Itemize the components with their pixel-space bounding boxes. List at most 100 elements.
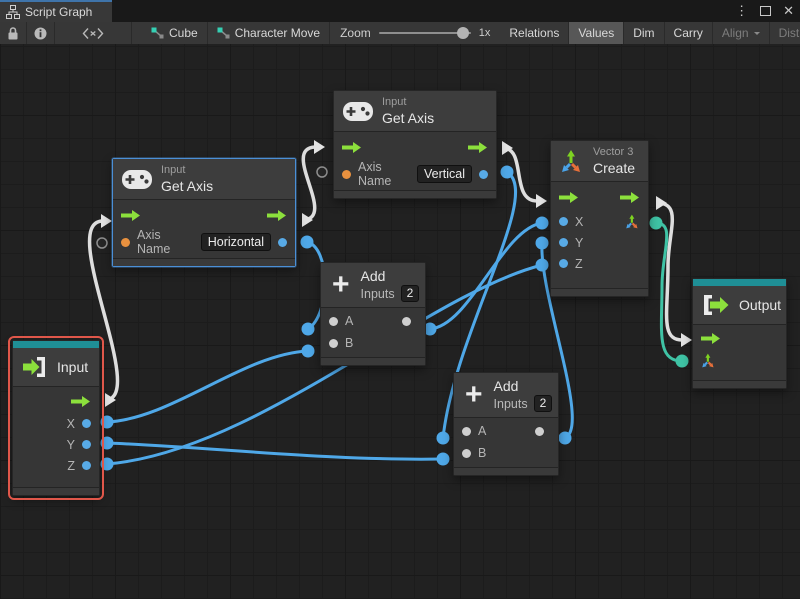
flow-out-port[interactable] bbox=[267, 210, 287, 221]
zoom-slider[interactable] bbox=[379, 32, 471, 34]
node-footer bbox=[551, 288, 648, 296]
zoom-slider-knob[interactable] bbox=[457, 27, 469, 39]
node-footer bbox=[334, 190, 496, 198]
node-title: Add bbox=[361, 268, 420, 284]
inputs-count-field[interactable]: 2 bbox=[534, 395, 553, 412]
add-icon: + bbox=[465, 382, 483, 408]
distribute-dropdown[interactable]: Distribute bbox=[770, 22, 800, 44]
input-a-port[interactable] bbox=[329, 317, 338, 326]
lock-button[interactable] bbox=[0, 22, 27, 44]
values-button[interactable]: Values bbox=[569, 22, 624, 44]
vector3-in-port[interactable] bbox=[701, 353, 716, 368]
float-out-port[interactable] bbox=[278, 238, 287, 247]
x-in-port[interactable] bbox=[559, 217, 568, 226]
node-category: Input bbox=[382, 96, 434, 109]
close-icon[interactable]: ✕ bbox=[783, 0, 794, 22]
carry-button[interactable]: Carry bbox=[665, 22, 713, 44]
node-header[interactable]: Vector 3 Create bbox=[551, 141, 648, 182]
node-add-2[interactable]: + Add Inputs 2 A B bbox=[453, 372, 559, 476]
script-graph-icon bbox=[151, 27, 164, 39]
tab-script-graph[interactable]: Script Graph bbox=[0, 0, 112, 22]
port-label: Z bbox=[575, 257, 583, 271]
sum-out-port[interactable] bbox=[402, 317, 411, 326]
tab-title: Script Graph bbox=[25, 5, 92, 19]
zoom-label: Zoom bbox=[340, 26, 371, 40]
breadcrumb-cube[interactable]: Cube bbox=[142, 22, 208, 44]
node-get-axis-vertical[interactable]: Input Get Axis Axis Name Vertical bbox=[333, 90, 497, 199]
node-output[interactable]: Output bbox=[692, 278, 787, 389]
port-label: Axis Name bbox=[137, 228, 187, 256]
node-header[interactable]: Input Get Axis bbox=[334, 91, 496, 132]
node-footer bbox=[113, 258, 295, 266]
input-b-port[interactable] bbox=[329, 339, 338, 348]
vector3-icon bbox=[560, 149, 584, 173]
flow-out-port[interactable] bbox=[71, 396, 91, 407]
flow-out-port[interactable] bbox=[620, 192, 640, 203]
z-in-port[interactable] bbox=[559, 259, 568, 268]
node-header[interactable]: Output bbox=[693, 286, 786, 325]
node-header[interactable]: + Add Inputs 2 bbox=[454, 373, 558, 418]
add-icon: + bbox=[332, 272, 350, 298]
node-header[interactable]: + Add Inputs 2 bbox=[321, 263, 425, 308]
node-title: Output bbox=[739, 297, 781, 313]
input-b-port[interactable] bbox=[462, 449, 471, 458]
node-vector3-create[interactable]: Vector 3 Create X Y bbox=[550, 140, 649, 297]
port-label: B bbox=[478, 446, 486, 460]
string-port[interactable] bbox=[342, 170, 351, 179]
node-header[interactable]: Input bbox=[13, 348, 99, 387]
flow-in-port[interactable] bbox=[559, 192, 579, 203]
node-title: Add bbox=[494, 378, 553, 394]
breadcrumb-cube-label: Cube bbox=[169, 26, 198, 40]
maximize-icon[interactable] bbox=[760, 6, 771, 16]
inputs-label: Inputs bbox=[494, 397, 528, 411]
breadcrumb-character-move-label: Character Move bbox=[235, 26, 320, 40]
x-out-port[interactable] bbox=[82, 419, 91, 428]
chevron-down-icon bbox=[754, 32, 760, 38]
node-get-axis-horizontal[interactable]: Input Get Axis Axis Name Horizontal bbox=[112, 158, 296, 267]
gamepad-icon bbox=[343, 102, 373, 121]
node-footer bbox=[693, 380, 786, 388]
info-button[interactable] bbox=[27, 22, 55, 44]
menu-kebab-icon[interactable]: ⋮ bbox=[735, 0, 748, 22]
output-icon bbox=[702, 294, 730, 316]
flow-in-port[interactable] bbox=[342, 142, 362, 153]
node-title: Get Axis bbox=[161, 178, 213, 194]
tab-bar: Script Graph ⋮ ✕ bbox=[0, 0, 800, 22]
z-out-port[interactable] bbox=[82, 461, 91, 470]
string-port[interactable] bbox=[121, 238, 130, 247]
port-label: A bbox=[478, 424, 486, 438]
float-out-port[interactable] bbox=[479, 170, 488, 179]
relations-button[interactable]: Relations bbox=[500, 22, 569, 44]
port-label: B bbox=[345, 336, 353, 350]
graph-toolbar: Cube Character Move Zoom 1x Relations Va… bbox=[0, 22, 800, 45]
y-in-port[interactable] bbox=[559, 238, 568, 247]
event-header-strip bbox=[13, 341, 99, 348]
input-a-port[interactable] bbox=[462, 427, 471, 436]
node-header[interactable]: Input Get Axis bbox=[113, 159, 295, 200]
port-label: X bbox=[575, 215, 583, 229]
flow-in-port[interactable] bbox=[121, 210, 141, 221]
breadcrumb-character-move[interactable]: Character Move bbox=[208, 22, 330, 44]
port-label: X bbox=[67, 417, 75, 431]
inputs-count-field[interactable]: 2 bbox=[401, 285, 420, 302]
graph-hierarchy-icon bbox=[6, 5, 20, 19]
node-add-1[interactable]: + Add Inputs 2 A B bbox=[320, 262, 426, 366]
dim-label: Dim bbox=[633, 26, 654, 40]
align-dropdown[interactable]: Align bbox=[713, 22, 770, 44]
script-graph-icon bbox=[217, 27, 230, 39]
vector3-out-port[interactable] bbox=[625, 214, 640, 229]
node-title: Input bbox=[57, 359, 88, 375]
sum-out-port[interactable] bbox=[535, 427, 544, 436]
zoom-control: Zoom 1x bbox=[330, 22, 500, 44]
axis-name-field[interactable]: Vertical bbox=[417, 165, 472, 183]
values-label: Values bbox=[578, 26, 614, 40]
edit-script-button[interactable] bbox=[55, 22, 132, 44]
y-out-port[interactable] bbox=[82, 440, 91, 449]
flow-in-port[interactable] bbox=[701, 333, 721, 344]
node-input[interactable]: Input X Y Z bbox=[12, 340, 100, 496]
node-title: Get Axis bbox=[382, 110, 434, 126]
dim-button[interactable]: Dim bbox=[624, 22, 664, 44]
gamepad-icon bbox=[122, 170, 152, 189]
flow-out-port[interactable] bbox=[468, 142, 488, 153]
axis-name-field[interactable]: Horizontal bbox=[201, 233, 271, 251]
